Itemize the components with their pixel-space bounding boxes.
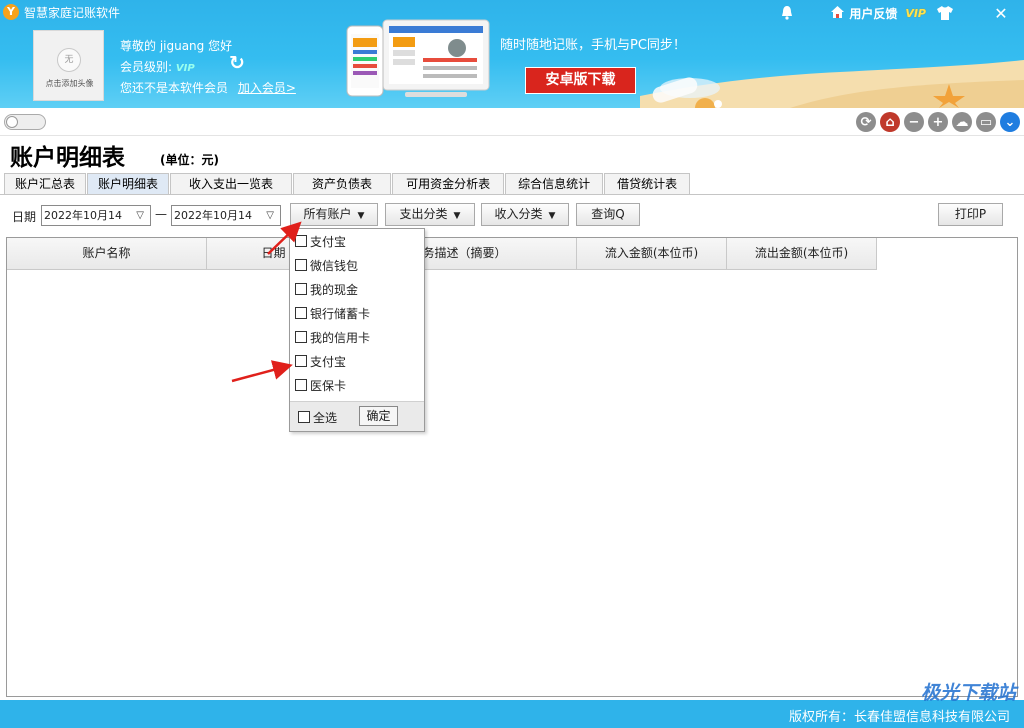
account-option-credit[interactable]: 我的信用卡	[295, 328, 370, 346]
chevron-down-icon: ▽	[136, 210, 144, 221]
checkbox[interactable]	[295, 283, 307, 295]
checkbox[interactable]	[298, 411, 310, 423]
cloud-icon[interactable]: ☁	[952, 112, 972, 132]
join-member-link[interactable]: 加入会员>	[238, 81, 296, 95]
account-option-savings[interactable]: 银行储蓄卡	[295, 304, 370, 322]
theme-toggle[interactable]	[4, 114, 46, 130]
column-header-account[interactable]: 账户名称	[7, 238, 207, 270]
account-option-alipay-2[interactable]: 支付宝	[295, 352, 346, 370]
tab-balance-sheet[interactable]: 资产负债表	[293, 173, 392, 194]
toggle-knob	[6, 116, 18, 128]
tab-divider	[0, 194, 1024, 195]
chevron-down-icon: ▼	[357, 211, 365, 221]
plus-icon[interactable]: +	[928, 112, 948, 132]
tab-loan-stats[interactable]: 借贷统计表	[604, 173, 691, 194]
account-option-alipay[interactable]: 支付宝	[295, 232, 346, 250]
option-label: 我的现金	[310, 282, 359, 297]
report-tabs: 账户汇总表 账户明细表 收入支出一览表 资产负债表 可用资金分析表 综合信息统计…	[4, 173, 691, 194]
accounts-button-label: 所有账户	[303, 207, 352, 221]
option-label: 支付宝	[310, 234, 347, 249]
beach-illustration	[640, 0, 1024, 108]
expense-button-label: 支出分类	[399, 207, 448, 221]
membership-status: 您还不是本软件会员 加入会员>	[120, 79, 296, 96]
select-all-label: 全选	[313, 410, 338, 425]
option-label: 我的信用卡	[310, 330, 371, 345]
select-all-option[interactable]: 全选	[298, 408, 337, 426]
avatar[interactable]: 无 点击添加头像	[33, 30, 104, 101]
account-option-wechat[interactable]: 微信钱包	[295, 256, 358, 274]
accounts-dropdown-menu: 支付宝 微信钱包 我的现金 银行储蓄卡 我的信用卡 支付宝 医保卡 全选 确定	[289, 228, 425, 432]
checkbox[interactable]	[295, 355, 307, 367]
member-level-label: 会员级别:	[120, 60, 173, 74]
status-footer: 版权所有：长春佳盟信息科技有限公司	[0, 700, 1024, 728]
tab-income-expense[interactable]: 收入支出一览表	[170, 173, 293, 194]
date-from-value: 2022年10月14	[44, 209, 122, 222]
user-greeting: 尊敬的 jiguang 您好	[120, 39, 233, 53]
app-title: 智慧家庭记账软件	[24, 6, 121, 20]
sync-icon[interactable]: ⟳	[856, 112, 876, 132]
column-header-inflow[interactable]: 流入金额(本位币)	[577, 238, 727, 270]
member-level-value: VIP	[175, 63, 195, 74]
copyright-text: 版权所有：长春佳盟信息科技有限公司	[788, 710, 1010, 725]
chevron-down-icon: ▼	[453, 211, 461, 221]
chevron-down-icon: ▽	[266, 210, 274, 221]
devices-illustration	[345, 18, 493, 100]
date-label: 日期	[12, 210, 37, 224]
tab-funds-analysis[interactable]: 可用资金分析表	[392, 173, 505, 194]
checkbox[interactable]	[295, 259, 307, 271]
date-separator: —	[155, 207, 167, 221]
restore-icon[interactable]: ▭	[976, 112, 996, 132]
query-button[interactable]: 查询Q	[576, 203, 640, 226]
option-label: 银行储蓄卡	[310, 306, 371, 321]
chevron-down-icon[interactable]: ⌄	[1000, 112, 1020, 132]
income-category-button[interactable]: 收入分类 ▼	[481, 203, 569, 226]
member-level: 会员级别: VIP	[120, 58, 195, 75]
minus-icon[interactable]: −	[904, 112, 924, 132]
checkbox[interactable]	[295, 331, 307, 343]
accounts-dropdown-button[interactable]: 所有账户 ▼	[290, 203, 378, 226]
tab-account-detail[interactable]: 账户明细表	[87, 173, 170, 194]
tab-overall-stats[interactable]: 综合信息统计	[505, 173, 604, 194]
home-icon[interactable]: ⌂	[880, 112, 900, 132]
option-label: 支付宝	[310, 354, 347, 369]
date-to-value: 2022年10月14	[174, 209, 252, 222]
header-banner: Y 智慧家庭记账软件 用户反馈 VIP ✕ 无 点击添加头像 尊敬的 jigua…	[0, 0, 1024, 108]
date-from-picker[interactable]: 2022年10月14 ▽	[41, 205, 151, 226]
tab-account-summary[interactable]: 账户汇总表	[4, 173, 87, 194]
avatar-hint: 点击添加头像	[45, 79, 94, 88]
toolbar-strip: ⟳ ⌂ − + ☁ ▭ ⌄	[0, 108, 1024, 136]
checkbox[interactable]	[295, 307, 307, 319]
avatar-placeholder-icon: 无	[57, 48, 81, 72]
option-label: 医保卡	[310, 378, 347, 393]
refresh-icon[interactable]: ↻	[229, 53, 249, 73]
account-option-medical[interactable]: 医保卡	[295, 376, 346, 394]
checkbox[interactable]	[295, 379, 307, 391]
chevron-down-icon: ▼	[548, 211, 556, 221]
income-button-label: 收入分类	[494, 207, 543, 221]
account-option-cash[interactable]: 我的现金	[295, 280, 358, 298]
checkbox[interactable]	[295, 235, 307, 247]
column-header-outflow[interactable]: 流出金额(本位币)	[727, 238, 877, 270]
print-button[interactable]: 打印P	[938, 203, 1003, 226]
unit-label: (单位：元)	[160, 153, 219, 167]
expense-category-button[interactable]: 支出分类 ▼	[385, 203, 475, 226]
not-member-text: 您还不是本软件会员	[120, 81, 229, 95]
table-header: 账户名称 日期 业务描述（摘要） 流入金额(本位币) 流出金额(本位币)	[7, 238, 877, 270]
watermark: 极光下载站	[920, 682, 1016, 704]
window-controls: ⟳ ⌂ − + ☁ ▭ ⌄	[856, 112, 1020, 132]
android-download-button[interactable]: 安卓版下载	[525, 67, 636, 94]
page-title: 账户明细表	[10, 145, 125, 171]
app-logo-icon: Y	[3, 4, 19, 20]
detail-table: 账户名称 日期 业务描述（摘要） 流入金额(本位币) 流出金额(本位币)	[6, 237, 1018, 697]
dropdown-footer: 全选 确定	[290, 401, 424, 431]
confirm-button[interactable]: 确定	[359, 406, 398, 426]
option-label: 微信钱包	[310, 258, 359, 273]
date-to-picker[interactable]: 2022年10月14 ▽	[171, 205, 281, 226]
